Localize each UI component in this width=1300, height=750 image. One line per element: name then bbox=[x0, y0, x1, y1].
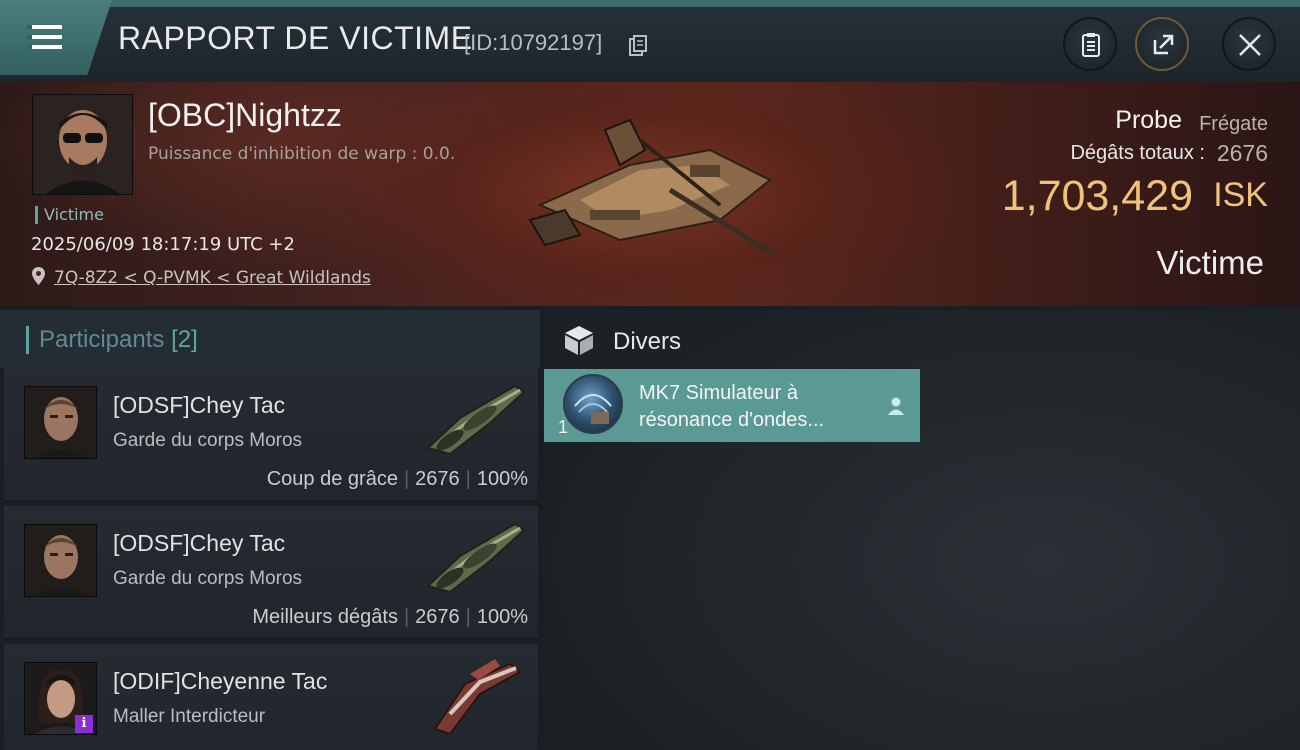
participant-ship: Garde du corps Moros bbox=[113, 430, 303, 451]
victim-tag: Victime bbox=[35, 206, 104, 224]
participant-ship-image[interactable] bbox=[420, 378, 530, 458]
share-icon bbox=[1153, 34, 1174, 55]
isk-value: 1,703,429 bbox=[1001, 172, 1193, 220]
clipboard-icon bbox=[1082, 33, 1100, 57]
participant-ship: Garde du corps Moros bbox=[113, 568, 303, 589]
participant-percent: 100% bbox=[476, 468, 528, 490]
participant-ship: Maller Interdicteur bbox=[113, 706, 266, 727]
close-button[interactable] bbox=[1222, 17, 1276, 71]
participant-row[interactable]: i [ODIF]Cheyenne Tac Maller Interdicteur bbox=[4, 644, 538, 750]
participant-damage: 2676 bbox=[415, 606, 460, 628]
divers-title: Divers bbox=[613, 328, 682, 355]
participant-row[interactable]: [ODSF]Chey Tac Garde du corps Moros Meil… bbox=[4, 506, 538, 640]
copy-icon[interactable] bbox=[629, 35, 647, 57]
participant-name[interactable]: [ODSF]Chey Tac bbox=[113, 530, 285, 557]
victim-name[interactable]: [OBC]Nightzz bbox=[148, 97, 342, 134]
participant-avatar[interactable] bbox=[24, 524, 97, 597]
info-badge-icon: i bbox=[75, 715, 93, 733]
victim-avatar[interactable] bbox=[32, 94, 133, 195]
participant-stats: Meilleurs dégâts | 2676 | 100% bbox=[252, 606, 528, 628]
total-damage-value: 2676 bbox=[1216, 140, 1268, 166]
location-pin-icon bbox=[32, 267, 45, 285]
cube-icon bbox=[565, 326, 593, 355]
participant-name[interactable]: [ODIF]Cheyenne Tac bbox=[113, 668, 327, 695]
item-quantity: 1 bbox=[558, 417, 569, 437]
participant-percent: 100% bbox=[476, 606, 528, 628]
person-icon[interactable] bbox=[886, 396, 906, 416]
item-name[interactable]: MK7 Simulateur à résonance d'ondes... bbox=[639, 380, 879, 434]
item-icon[interactable] bbox=[563, 374, 623, 434]
participants-title: Participants [2] bbox=[26, 326, 198, 354]
victim-role: Victime bbox=[1156, 244, 1264, 281]
warp-disruption-strength: Puissance d'inhibition de warp : 0.0. bbox=[148, 144, 456, 164]
final-blow-label: Coup de grâce bbox=[266, 468, 398, 490]
participant-row[interactable]: [ODSF]Chey Tac Garde du corps Moros Coup… bbox=[4, 368, 538, 502]
participants-list: [ODSF]Chey Tac Garde du corps Moros Coup… bbox=[4, 368, 540, 750]
share-button[interactable] bbox=[1135, 17, 1189, 71]
victim-ship-image[interactable] bbox=[520, 110, 790, 270]
page-title: RAPPORT DE VICTIME bbox=[118, 20, 473, 56]
victim-ship-class: Frégate bbox=[1199, 113, 1268, 135]
participants-count: [2] bbox=[171, 326, 198, 353]
report-id: [ID:10792197] bbox=[464, 30, 603, 55]
top-damage-label: Meilleurs dégâts bbox=[252, 606, 398, 628]
kill-datetime: 2025/06/09 18:17:19 UTC +2 bbox=[31, 234, 295, 255]
participant-damage: 2676 bbox=[415, 468, 460, 490]
participant-ship-image[interactable] bbox=[420, 654, 530, 734]
close-icon bbox=[1239, 34, 1261, 56]
participant-avatar[interactable] bbox=[24, 386, 97, 459]
total-damage-label: Dégâts totaux : bbox=[1070, 142, 1205, 164]
victim-ship-name[interactable]: Probe bbox=[1115, 106, 1182, 135]
isk-unit: ISK bbox=[1213, 176, 1268, 214]
participant-ship-image[interactable] bbox=[420, 516, 530, 596]
location-link[interactable]: 7Q-8Z2 < Q-PVMK < Great Wildlands bbox=[54, 268, 371, 288]
participant-name[interactable]: [ODSF]Chey Tac bbox=[113, 392, 285, 419]
participant-stats: Coup de grâce | 2676 | 100% bbox=[266, 468, 528, 490]
clipboard-button[interactable] bbox=[1063, 17, 1117, 71]
